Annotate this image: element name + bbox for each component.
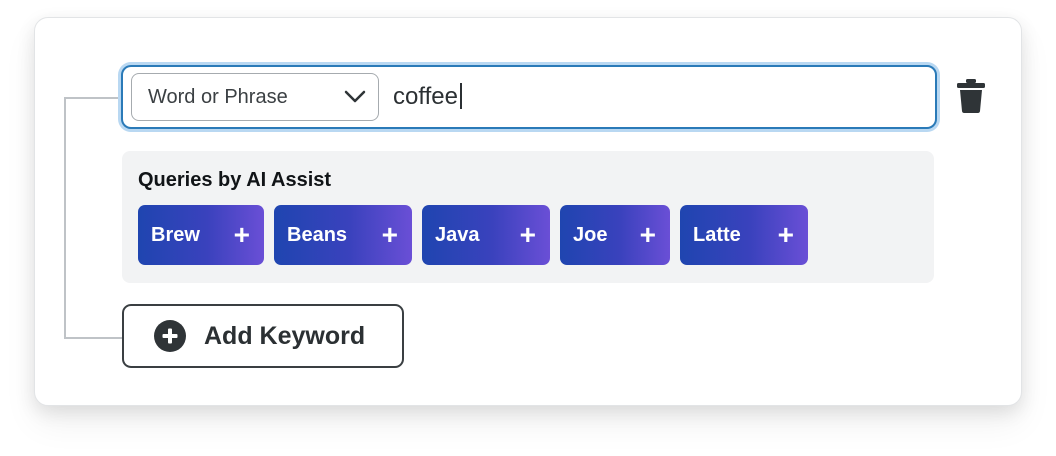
plus-icon: + [777, 219, 794, 250]
ai-assist-panel: Queries by AI Assist Brew + Beans + Java… [122, 151, 934, 283]
plus-icon: + [381, 219, 398, 250]
suggestion-chip-java[interactable]: Java + [422, 205, 550, 265]
add-keyword-button[interactable]: Add Keyword [122, 304, 404, 368]
suggestion-label: Brew [151, 223, 200, 246]
tree-connector-line [64, 97, 122, 339]
suggestion-label: Beans [287, 223, 348, 246]
chevron-down-icon [344, 86, 366, 108]
suggestion-chip-joe[interactable]: Joe + [560, 205, 670, 265]
suggestion-chip-latte[interactable]: Latte + [680, 205, 808, 265]
text-cursor [459, 83, 462, 109]
ai-suggestion-list: Brew + Beans + Java + Joe + Latte + [138, 205, 808, 265]
match-type-value: Word or Phrase [148, 85, 288, 108]
plus-icon: + [233, 219, 250, 250]
plus-icon: + [639, 219, 656, 250]
match-type-select[interactable]: Word or Phrase [131, 73, 379, 121]
add-keyword-label: Add Keyword [204, 321, 366, 350]
suggestion-label: Latte [693, 223, 741, 246]
keyword-text-input[interactable]: coffee [393, 83, 462, 111]
plus-icon: + [519, 219, 536, 250]
trash-icon[interactable] [956, 78, 990, 116]
keyword-input-group: Word or Phrase coffee [121, 65, 937, 129]
suggestion-label: Joe [573, 223, 608, 246]
suggestion-chip-brew[interactable]: Brew + [138, 205, 264, 265]
ai-assist-title: Queries by AI Assist [138, 169, 332, 191]
plus-circle-icon [154, 320, 186, 352]
suggestion-label: Java [435, 223, 480, 246]
keyword-text-value: coffee [393, 83, 458, 110]
suggestion-chip-beans[interactable]: Beans + [274, 205, 412, 265]
